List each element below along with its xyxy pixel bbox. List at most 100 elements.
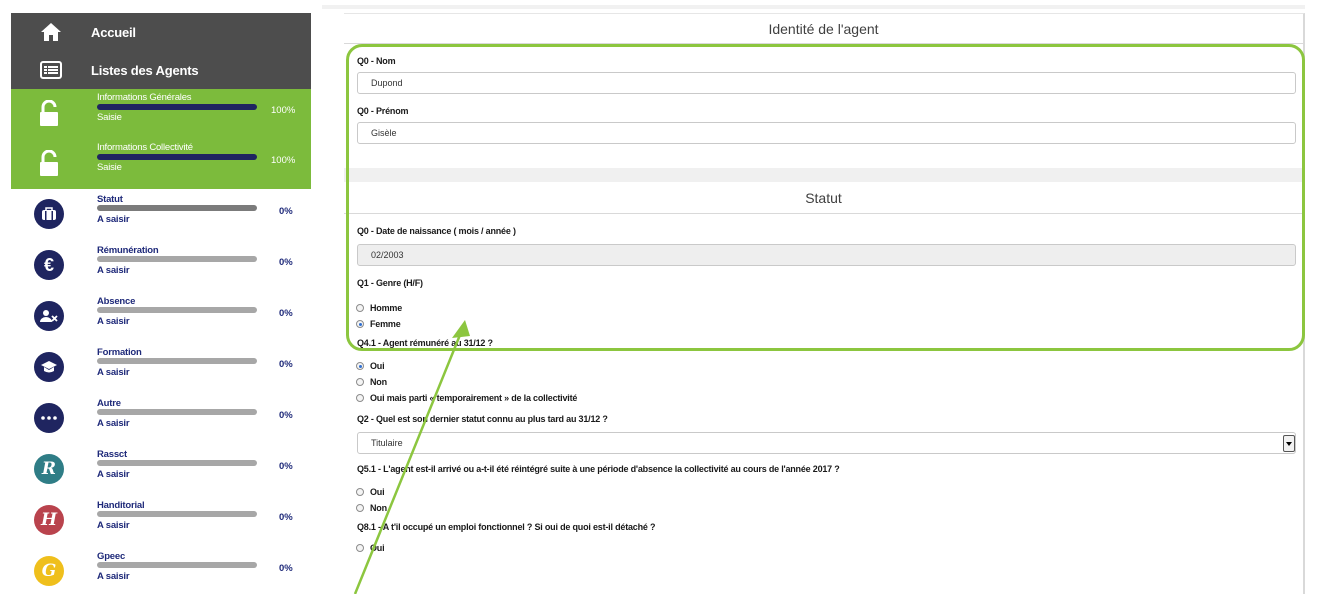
progress-bar: [97, 358, 257, 364]
sidebar-item-informations-generales[interactable]: Informations Générales Saisie 100%: [11, 89, 311, 139]
section-percent: 0%: [279, 512, 293, 523]
section-status: A saisir: [97, 469, 130, 480]
section-heading-identite: Identité de l'agent: [344, 14, 1303, 44]
sidebar-item-autre[interactable]: Autre A saisir 0%: [11, 393, 311, 444]
chevron-down-icon[interactable]: [1283, 435, 1295, 452]
sidebar-item-remuneration[interactable]: € Rémunération A saisir 0%: [11, 240, 311, 291]
radio-femme[interactable]: Femme: [356, 316, 1303, 332]
radio-remun-oui[interactable]: Oui: [356, 358, 1303, 374]
radio-remun-non[interactable]: Non: [356, 374, 1303, 390]
nav-home-label: Accueil: [91, 24, 136, 40]
section-percent: 0%: [279, 563, 293, 574]
question-label-statut: Q2 - Quel est son dernier statut connu a…: [357, 414, 608, 424]
progress-bar: [97, 307, 257, 313]
section-title: Rémunération: [97, 245, 159, 256]
g-letter-icon: G: [34, 556, 64, 586]
briefcase-icon: [34, 199, 64, 229]
prenom-field[interactable]: Gisèle: [357, 122, 1296, 144]
progress-bar: [97, 562, 257, 568]
section-percent: 0%: [279, 308, 293, 319]
sidebar-item-rassct[interactable]: R Rassct A saisir 0%: [11, 444, 311, 495]
question-label-remuneration: Q4.1 - Agent rémunéré au 31/12 ?: [357, 338, 493, 348]
graduation-cap-icon: [34, 352, 64, 382]
radio-button[interactable]: [356, 362, 364, 370]
progress-bar: [97, 460, 257, 466]
nom-field[interactable]: Dupond: [357, 72, 1296, 94]
euro-icon: €: [34, 250, 64, 280]
section-status: Saisie: [97, 162, 122, 173]
date-naissance-field: 02/2003: [357, 244, 1296, 266]
section-title: Rassct: [97, 449, 127, 460]
radio-button[interactable]: [356, 394, 364, 402]
question-label-date-naissance: Q0 - Date de naissance ( mois / année ): [357, 226, 516, 236]
radio-homme[interactable]: Homme: [356, 300, 1303, 316]
section-title: Absence: [97, 296, 136, 307]
section-percent: 0%: [279, 257, 293, 268]
radio-label: Oui mais parti « temporairement » de la …: [370, 393, 578, 403]
top-divider: [322, 5, 1305, 9]
section-title: Handitorial: [97, 500, 145, 511]
radio-button[interactable]: [356, 378, 364, 386]
sidebar-item-formation[interactable]: Formation A saisir 0%: [11, 342, 311, 393]
section-status: A saisir: [97, 367, 130, 378]
radio-label: Non: [370, 377, 387, 387]
radio-label: Oui: [370, 361, 385, 371]
sidebar-item-gpeec[interactable]: G Gpeec A saisir 0%: [11, 546, 311, 594]
section-title: Informations Collectivité: [97, 142, 193, 153]
h-letter-icon: H: [34, 505, 64, 535]
radio-label: Oui: [370, 487, 385, 497]
question-label-genre: Q1 - Genre (H/F): [357, 278, 423, 288]
section-status: Saisie: [97, 112, 122, 123]
section-percent: 100%: [271, 155, 296, 166]
progress-bar: [97, 256, 257, 262]
unlock-icon: [33, 98, 65, 130]
unlock-icon: [33, 148, 65, 180]
statut-select-value: Titulaire: [371, 438, 403, 448]
question-label-nom: Q0 - Nom: [357, 56, 396, 66]
section-percent: 0%: [279, 410, 293, 421]
agent-form: Identité de l'agent Q0 - Nom Dupond Q0 -…: [344, 13, 1305, 594]
radio-remun-temporaire[interactable]: Oui mais parti « temporairement » de la …: [356, 390, 1303, 406]
progress-bar: [97, 104, 257, 110]
section-status: A saisir: [97, 265, 130, 276]
section-status: A saisir: [97, 571, 130, 582]
progress-bar: [97, 205, 257, 211]
radio-emploi-oui[interactable]: Oui: [356, 540, 1303, 556]
radio-button[interactable]: [356, 544, 364, 552]
section-separator: [344, 168, 1303, 182]
more-icon: [34, 403, 64, 433]
question-label-emploi-fonctionnel: Q8.1 - A t'il occupé un emploi fonctionn…: [357, 522, 656, 532]
section-title: Informations Générales: [97, 92, 192, 103]
section-title: Autre: [97, 398, 121, 409]
section-status: A saisir: [97, 214, 130, 225]
section-status: A saisir: [97, 520, 130, 531]
sidebar-item-informations-collectivite[interactable]: Informations Collectivité Saisie 100%: [11, 139, 311, 189]
question-label-prenom: Q0 - Prénom: [357, 106, 409, 116]
radio-button[interactable]: [356, 304, 364, 312]
progress-bar: [97, 409, 257, 415]
radio-label: Femme: [370, 319, 401, 329]
sidebar-item-handitorial[interactable]: H Handitorial A saisir 0%: [11, 495, 311, 546]
progress-bar: [97, 511, 257, 517]
sidebar-item-absence[interactable]: Absence A saisir 0%: [11, 291, 311, 342]
section-percent: 0%: [279, 206, 293, 217]
radio-label: Homme: [370, 303, 403, 313]
list-icon: [11, 61, 91, 79]
section-percent: 0%: [279, 461, 293, 472]
section-heading-statut: Statut: [344, 182, 1303, 214]
statut-select[interactable]: Titulaire: [357, 432, 1296, 454]
radio-button[interactable]: [356, 320, 364, 328]
nav-home[interactable]: Accueil: [11, 13, 311, 51]
sidebar: Accueil Listes des Agents Informations G…: [11, 13, 311, 594]
nav-agents[interactable]: Listes des Agents: [11, 51, 311, 89]
r-letter-icon: R: [34, 454, 64, 484]
radio-label: Oui: [370, 543, 385, 553]
sidebar-item-statut[interactable]: Statut A saisir 0%: [11, 189, 311, 240]
section-percent: 100%: [271, 105, 296, 116]
radio-button[interactable]: [356, 488, 364, 496]
section-percent: 0%: [279, 359, 293, 370]
radio-button[interactable]: [356, 504, 364, 512]
radio-arrivee-oui[interactable]: Oui: [356, 484, 1303, 500]
section-status: A saisir: [97, 418, 130, 429]
radio-arrivee-non[interactable]: Non: [356, 500, 1303, 516]
